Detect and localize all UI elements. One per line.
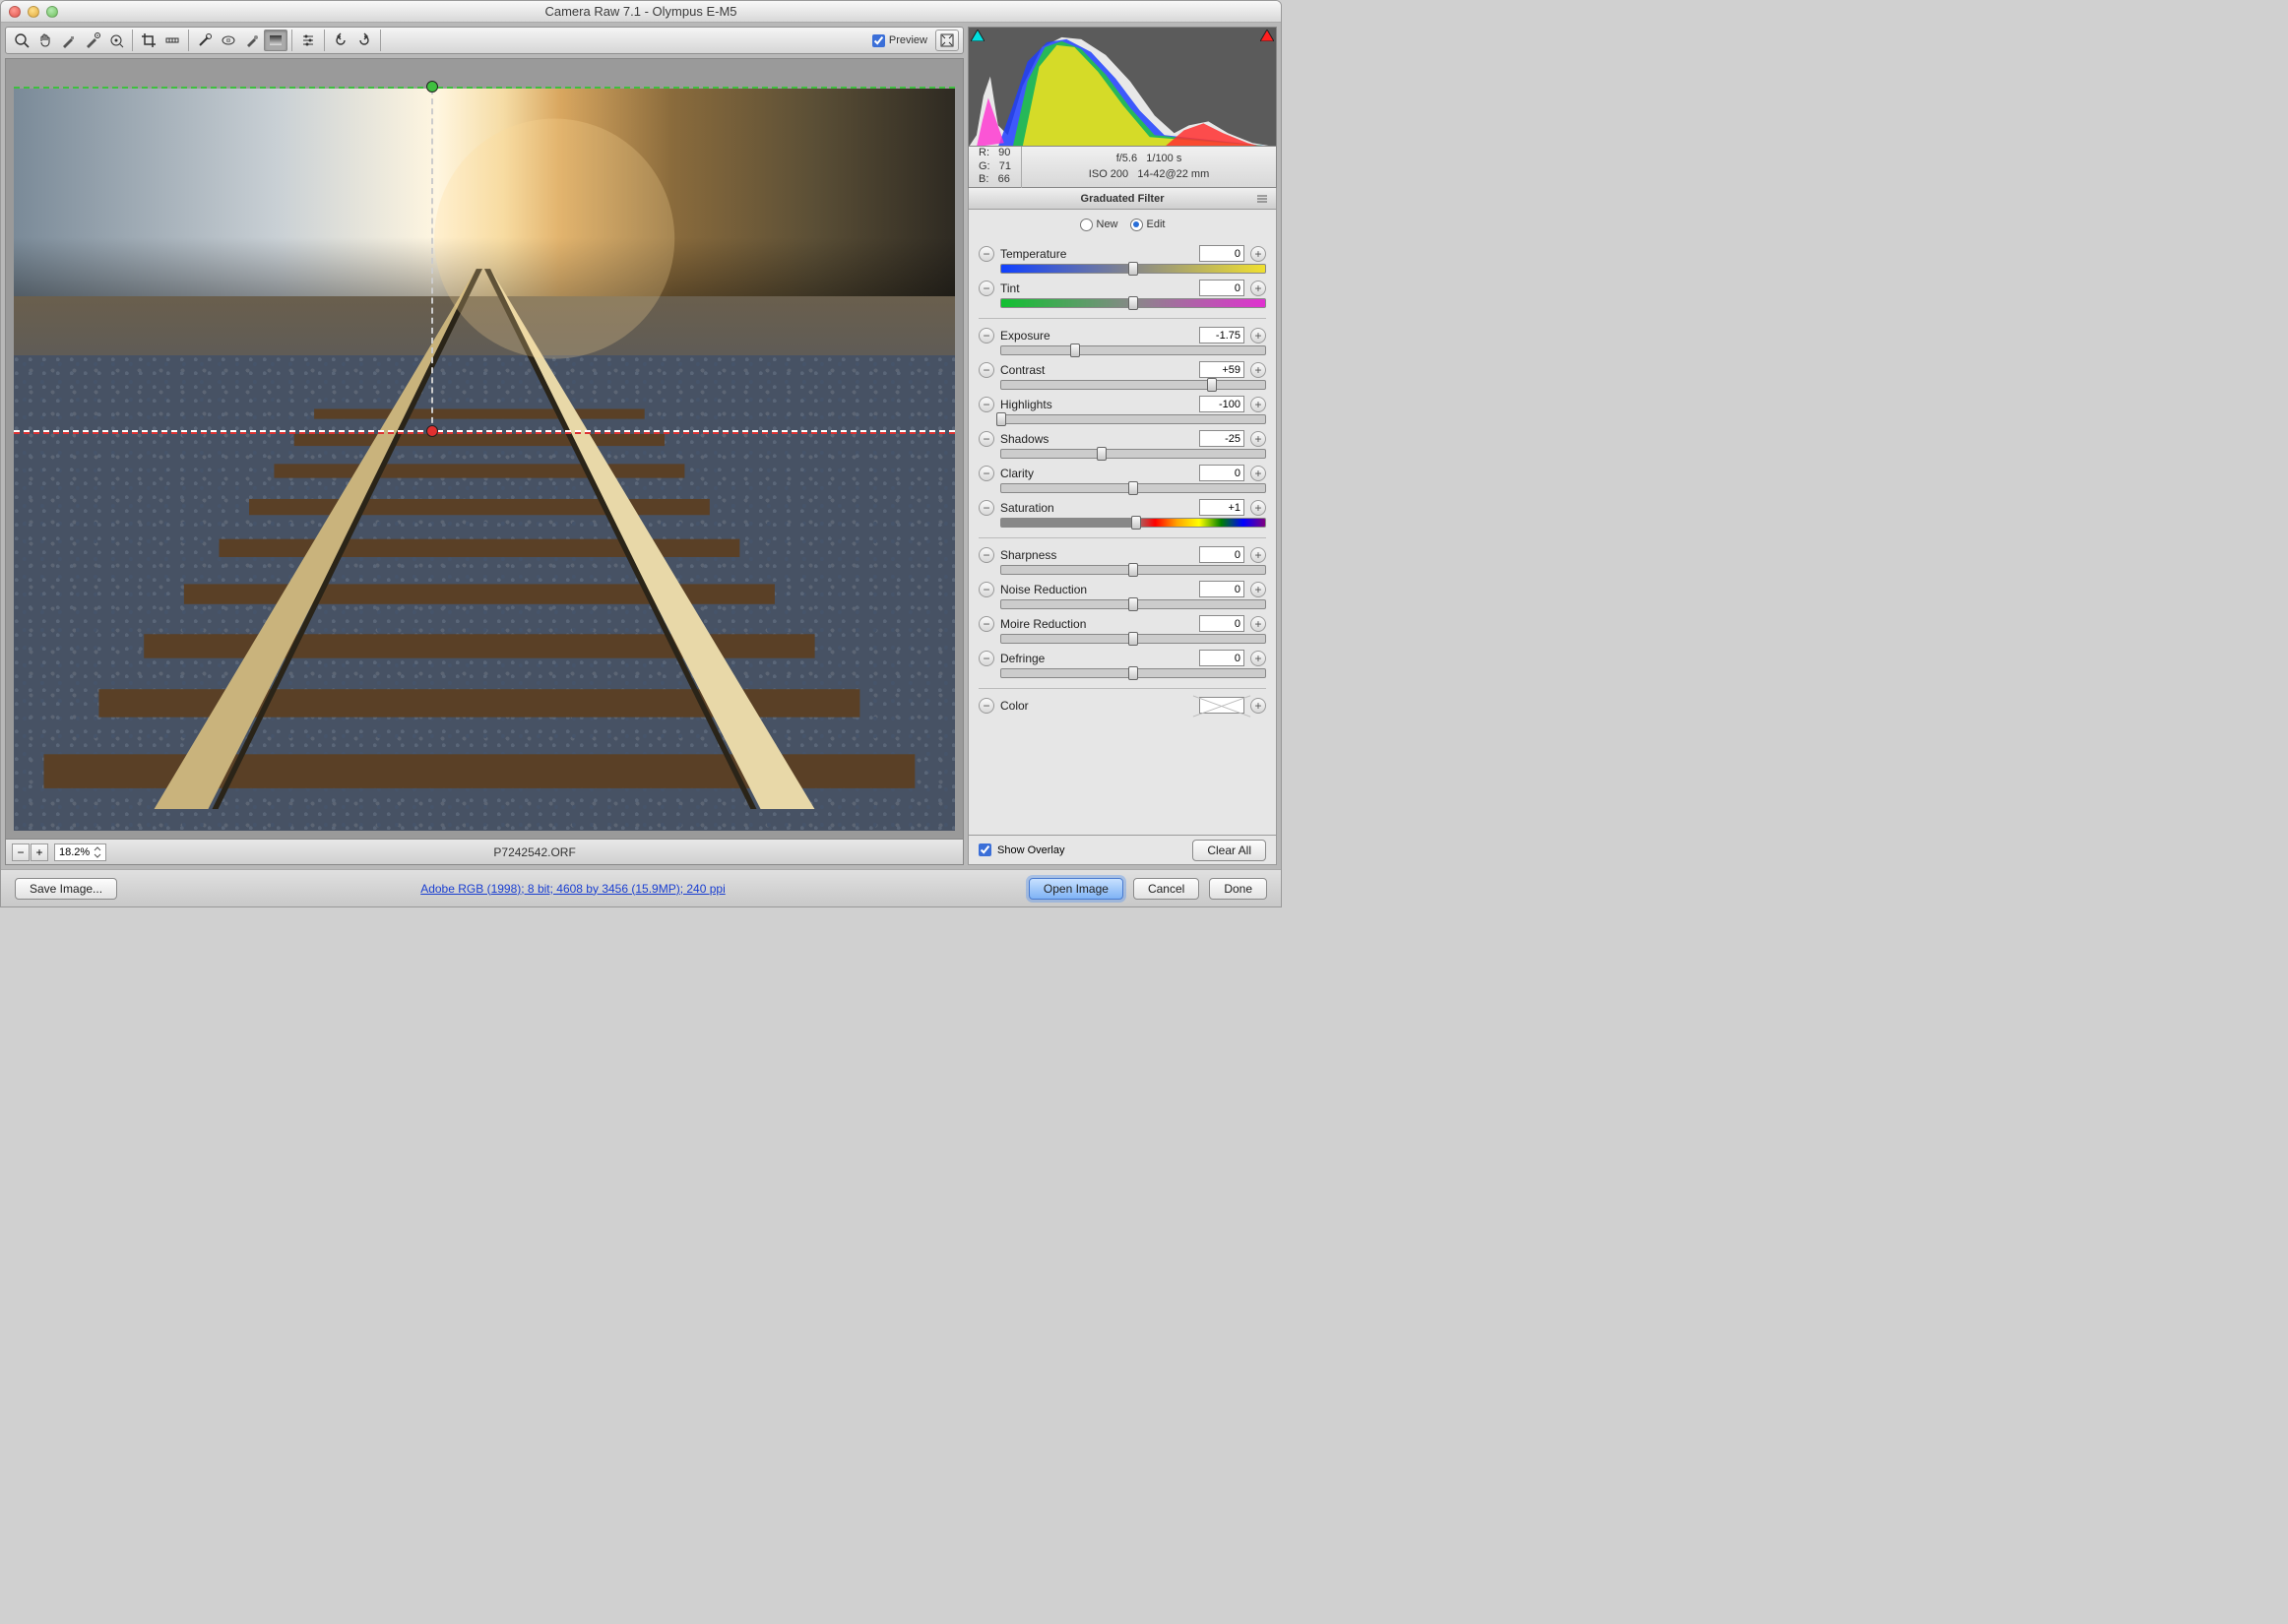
- zoom-level-select[interactable]: 18.2%: [54, 843, 106, 861]
- gradient-start-line[interactable]: [14, 87, 955, 89]
- plus-button[interactable]: +: [1250, 246, 1266, 262]
- rgb-readout: R: 90 G: 71 B: 66: [969, 143, 1022, 191]
- toolbar: Preview: [5, 27, 964, 54]
- zoom-in-button[interactable]: +: [31, 843, 48, 861]
- show-overlay-checkbox[interactable]: [979, 843, 991, 856]
- readout-strip: R: 90 G: 71 B: 66 f/5.6 1/100 s ISO 200 …: [968, 147, 1277, 188]
- panel-menu-icon[interactable]: [1256, 194, 1270, 204]
- tint-value[interactable]: [1199, 280, 1244, 296]
- done-button[interactable]: Done: [1209, 878, 1267, 900]
- rotate-cw-tool[interactable]: [352, 30, 376, 51]
- sharpness-slider[interactable]: −Sharpness+: [979, 544, 1266, 579]
- zoom-level-value: 18.2%: [59, 846, 90, 858]
- temperature-value[interactable]: [1199, 245, 1244, 262]
- photo: [14, 89, 955, 831]
- highlights-value[interactable]: [1199, 396, 1244, 412]
- noise-reduction-value[interactable]: [1199, 581, 1244, 597]
- mode-new-radio[interactable]: New: [1080, 219, 1118, 231]
- panel-title: Graduated Filter: [1081, 193, 1165, 205]
- straighten-tool[interactable]: [160, 30, 184, 51]
- color-swatch[interactable]: [1199, 697, 1244, 714]
- save-image-button[interactable]: Save Image...: [15, 878, 117, 900]
- defringe-value[interactable]: [1199, 650, 1244, 666]
- crop-tool[interactable]: [137, 30, 160, 51]
- shadows-slider[interactable]: −Shadows+: [979, 428, 1266, 463]
- filter-mode-row: New Edit: [968, 210, 1277, 239]
- hand-tool[interactable]: [33, 30, 57, 51]
- preview-label: Preview: [889, 34, 927, 46]
- exposure-value[interactable]: [1199, 327, 1244, 344]
- moire-reduction-value[interactable]: [1199, 615, 1244, 632]
- clarity-slider[interactable]: −Clarity+: [979, 463, 1266, 497]
- rotate-ccw-tool[interactable]: [329, 30, 352, 51]
- sharpness-value[interactable]: [1199, 546, 1244, 563]
- tint-slider[interactable]: −Tint+: [979, 278, 1266, 312]
- gradient-start-handle[interactable]: [426, 81, 438, 93]
- targeted-adjustment-tool[interactable]: [104, 30, 128, 51]
- contrast-slider[interactable]: −Contrast+: [979, 359, 1266, 394]
- preview-checkbox-input[interactable]: [872, 34, 885, 47]
- preview-checkbox[interactable]: Preview: [872, 34, 927, 47]
- defringe-slider[interactable]: −Defringe+: [979, 648, 1266, 682]
- image-preview-area[interactable]: [5, 58, 964, 840]
- histogram[interactable]: [968, 27, 1277, 147]
- mode-edit-radio[interactable]: Edit: [1130, 219, 1166, 231]
- noise-reduction-slider[interactable]: −Noise Reduction+: [979, 579, 1266, 613]
- filename-label: P7242542.ORF: [112, 845, 957, 859]
- exif-readout: f/5.6 1/100 s ISO 200 14-42@22 mm: [1022, 152, 1276, 182]
- fullscreen-toggle-button[interactable]: [935, 30, 959, 51]
- minus-button[interactable]: −: [979, 246, 994, 262]
- highlights-slider[interactable]: −Highlights+: [979, 394, 1266, 428]
- minimize-window-button[interactable]: [28, 6, 39, 18]
- shadows-value[interactable]: [1199, 430, 1244, 447]
- graduated-filter-tool[interactable]: [264, 30, 287, 51]
- app-window: Camera Raw 7.1 - Olympus E-M5: [0, 0, 1282, 907]
- window-title: Camera Raw 7.1 - Olympus E-M5: [1, 4, 1281, 19]
- clarity-value[interactable]: [1199, 465, 1244, 481]
- bottom-bar: Save Image... Adobe RGB (1998); 8 bit; 4…: [1, 869, 1281, 906]
- sliders-panel: −Temperature+ −Tint+ −Exposure+ −Contras…: [968, 239, 1277, 836]
- color-sampler-tool[interactable]: [81, 30, 104, 51]
- contrast-value[interactable]: [1199, 361, 1244, 378]
- adjustment-brush-tool[interactable]: [240, 30, 264, 51]
- cancel-button[interactable]: Cancel: [1133, 878, 1199, 900]
- close-window-button[interactable]: [9, 6, 21, 18]
- gradient-axis-line[interactable]: [431, 89, 433, 433]
- preferences-tool[interactable]: [296, 30, 320, 51]
- image-info-bar: − + 18.2% P7242542.ORF: [5, 840, 964, 865]
- moire-reduction-slider[interactable]: −Moire Reduction+: [979, 613, 1266, 648]
- red-eye-tool[interactable]: [217, 30, 240, 51]
- clear-all-button[interactable]: Clear All: [1192, 840, 1266, 861]
- saturation-value[interactable]: [1199, 499, 1244, 516]
- show-overlay-label: Show Overlay: [997, 844, 1064, 856]
- titlebar: Camera Raw 7.1 - Olympus E-M5: [1, 1, 1281, 23]
- zoom-out-button[interactable]: −: [12, 843, 30, 861]
- temperature-slider[interactable]: −Temperature+: [979, 243, 1266, 278]
- exposure-slider[interactable]: −Exposure+: [979, 325, 1266, 359]
- gradient-end-handle[interactable]: [426, 425, 438, 437]
- saturation-slider[interactable]: −Saturation+: [979, 497, 1266, 531]
- color-row[interactable]: −Color+: [979, 695, 1266, 718]
- overlay-row: Show Overlay Clear All: [968, 836, 1277, 865]
- zoom-tool[interactable]: [10, 30, 33, 51]
- spot-removal-tool[interactable]: [193, 30, 217, 51]
- zoom-window-button[interactable]: [46, 6, 58, 18]
- panel-header: Graduated Filter: [968, 188, 1277, 210]
- white-balance-tool[interactable]: [57, 30, 81, 51]
- open-image-button[interactable]: Open Image: [1029, 878, 1123, 900]
- workflow-options-link[interactable]: Adobe RGB (1998); 8 bit; 4608 by 3456 (1…: [420, 882, 726, 896]
- gradient-end-line[interactable]: [14, 432, 955, 434]
